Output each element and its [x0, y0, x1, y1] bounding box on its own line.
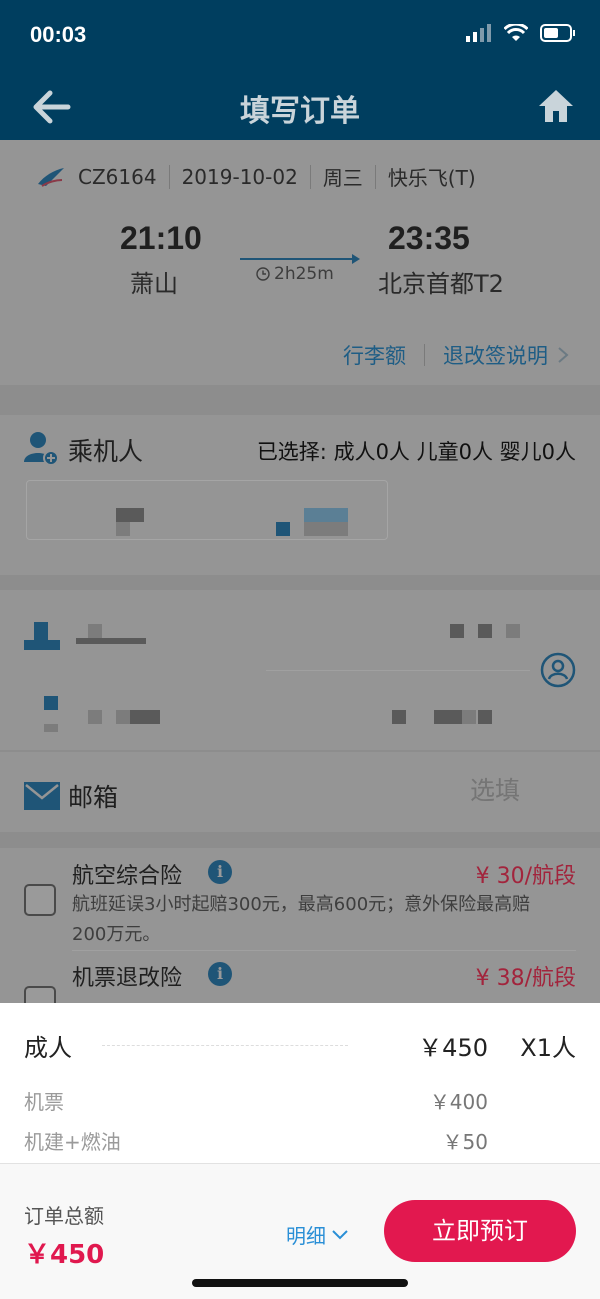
email-label: 邮箱 [68, 783, 119, 812]
arrive-city: 北京首都T2 [378, 270, 504, 298]
status-icons [466, 24, 576, 42]
email-input[interactable] [430, 776, 520, 805]
depart-city: 萧山 [130, 270, 178, 298]
adult-label: 成人 [24, 1033, 72, 1062]
redacted-block [116, 710, 130, 724]
wifi-icon [504, 24, 528, 41]
adult-price: ￥450 [418, 1033, 488, 1062]
insurance-description: 航班延误3小时起赔300元，最高600元；意外保险最高赔200万元。 [72, 894, 531, 945]
page-title: 填写订单 [240, 94, 360, 129]
redacted-block [44, 696, 58, 710]
redacted-block [88, 710, 102, 724]
redacted-block [392, 710, 406, 724]
adult-row: 成人 ￥450 X1人 [24, 1027, 576, 1063]
contacts-book-icon[interactable] [540, 652, 576, 688]
passenger-title: 乘机人 [68, 437, 144, 466]
divider [72, 950, 576, 951]
flight-duration: 2h25m [256, 264, 334, 284]
battery-icon [540, 24, 575, 42]
flight-weekday: 周三 [322, 166, 363, 190]
redacted-block [304, 522, 348, 536]
status-time: 00:03 [30, 22, 87, 47]
tax-price: ￥50 [442, 1129, 488, 1154]
separator [424, 344, 425, 366]
redacted-block [478, 710, 492, 724]
detail-label: 明细 [286, 1224, 326, 1248]
flight-links: 行李额 退改签说明 [343, 340, 570, 370]
fare-type: 快乐飞(T) [387, 166, 476, 190]
redacted-block [450, 624, 464, 638]
redacted-block [88, 624, 102, 638]
baggage-link[interactable]: 行李额 [343, 340, 406, 370]
chevron-down-icon [332, 1229, 348, 1239]
total-amount: ￥450 [24, 1240, 105, 1270]
adult-count: X1人 [520, 1033, 576, 1062]
home-icon[interactable] [536, 86, 576, 126]
passenger-selected-count: 已选择: 成人0人 儿童0人 婴儿0人 [256, 440, 576, 464]
refund-insurance-price: ¥ 38/航段 [475, 966, 576, 991]
ticket-price: ￥400 [429, 1089, 488, 1114]
info-icon[interactable]: i [208, 962, 232, 986]
redacted-block [116, 508, 144, 522]
redacted-block [478, 624, 492, 638]
signal-icon [466, 24, 491, 42]
redacted-block [76, 638, 146, 644]
dotted-leader [102, 1044, 348, 1046]
ticket-row: 机票 ￥400 [24, 1085, 576, 1115]
chevron-right-icon [558, 347, 569, 363]
order-form: CZ6164 2019-10-02 周三 快乐飞(T) 21:10 萧山 2h2… [0, 140, 600, 1003]
refund-policy-link[interactable]: 退改签说明 [443, 340, 548, 370]
insurance-title: 航空综合险 [72, 864, 183, 889]
clock-icon [256, 267, 270, 281]
refund-insurance-title: 机票退改险 [72, 966, 183, 991]
flight-info-line: CZ6164 2019-10-02 周三 快乐飞(T) [36, 162, 476, 191]
redacted-block [434, 710, 462, 724]
ticket-label: 机票 [24, 1089, 64, 1114]
divider [266, 670, 530, 671]
redacted-block [506, 624, 520, 638]
redacted-block [116, 522, 130, 536]
separator [309, 164, 311, 189]
home-indicator [192, 1279, 408, 1287]
add-passenger-icon[interactable] [24, 430, 60, 466]
depart-time: 21:10 [120, 220, 202, 256]
mail-icon [24, 782, 60, 810]
detail-toggle-button[interactable]: 明细 [286, 1220, 348, 1249]
flight-number: CZ6164 [78, 164, 157, 189]
bottom-bar: 订单总额 ￥450 明细 立即预订 [0, 1163, 600, 1299]
total-label: 订单总额 [24, 1204, 104, 1228]
header-bar: 00:03 填写订单 [0, 0, 600, 140]
flight-date: 2019-10-02 [181, 164, 298, 189]
redacted-block [304, 508, 348, 522]
separator [168, 164, 170, 189]
redacted-block [44, 724, 58, 732]
airline-logo-icon [38, 167, 64, 187]
separator [374, 164, 376, 189]
duration-text: 2h25m [274, 264, 334, 284]
tax-row: 机建+燃油 ￥50 [24, 1125, 576, 1155]
redacted-block [130, 710, 160, 724]
tax-label: 机建+燃油 [24, 1129, 121, 1154]
redacted-block [276, 522, 290, 536]
refund-insurance-checkbox[interactable] [24, 986, 56, 1003]
price-detail-sheet: 成人 ￥450 X1人 机票 ￥400 机建+燃油 ￥50 [0, 1003, 600, 1163]
contact-person-icon [24, 622, 60, 650]
flight-card: CZ6164 2019-10-02 周三 快乐飞(T) 21:10 萧山 2h2… [0, 140, 600, 385]
redacted-block [462, 710, 476, 724]
flight-arrow [240, 254, 360, 264]
arrive-time: 23:35 [388, 220, 470, 256]
insurance-checkbox[interactable] [24, 884, 56, 916]
book-now-button[interactable]: 立即预订 [384, 1200, 576, 1262]
info-icon[interactable]: i [208, 860, 232, 884]
insurance-price: ¥ 30/航段 [475, 864, 576, 889]
